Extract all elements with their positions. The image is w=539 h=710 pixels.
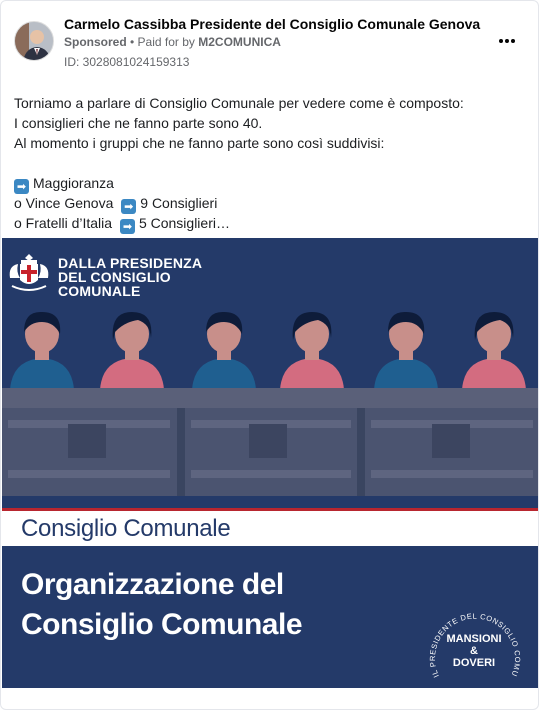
avatar-portrait — [15, 22, 53, 60]
main-title-line: Organizzazione del — [21, 568, 284, 601]
genova-crest-logo — [6, 252, 52, 296]
list-item-label: o Vince Genova — [14, 195, 114, 211]
more-options-icon[interactable] — [495, 31, 519, 51]
post-text: Torniamo a parlare di Consiglio Comunale… — [14, 93, 529, 234]
title-band: Consiglio Comunale — [2, 508, 538, 546]
creative-main-title: Organizzazione del Consiglio Comunale — [21, 565, 401, 645]
presidency-line: DALLA PRESIDENZA — [58, 255, 203, 271]
list-item-label: Maggioranza — [33, 175, 114, 191]
badge-line: MANSIONI — [446, 633, 502, 645]
sponsored-label[interactable]: Sponsored — [64, 35, 127, 49]
main-title-line: Consiglio Comunale — [21, 608, 303, 641]
post-text-list-item: o Fratelli d’Italia ➡ 5 Consiglieri… — [14, 213, 529, 234]
page-avatar[interactable] — [14, 21, 54, 61]
ad-creative-image[interactable]: DALLA PRESIDENZA DEL CONSIGLIO COMUNALE … — [2, 238, 538, 688]
badge-label: MANSIONI & DOVERI — [432, 633, 516, 669]
post-text-line: Al momento i gruppi che ne fanno parte s… — [14, 135, 385, 151]
list-item-value: 9 Consiglieri — [140, 195, 218, 211]
post-text-line: Torniamo a parlare di Consiglio Comunale… — [14, 95, 464, 111]
post-text-list-item: ➡ Maggioranza — [14, 173, 529, 194]
advertiser-name[interactable]: M2COMUNICA — [198, 35, 281, 49]
post-text-blank — [14, 153, 529, 173]
badge-line: & — [470, 645, 478, 657]
page-name-link[interactable]: Carmelo Cassibba Presidente del Consigli… — [64, 16, 480, 32]
badge-line: DOVERI — [452, 657, 496, 669]
right-arrow-icon: ➡ — [121, 199, 137, 214]
sponsored-post-card: Carmelo Cassibba Presidente del Consigli… — [0, 0, 539, 710]
presidency-line: DEL CONSIGLIO — [58, 269, 171, 285]
council-desks — [2, 388, 538, 508]
ad-id: ID: 3028081024159313 — [64, 55, 190, 69]
paid-for-prefix: • Paid for by — [126, 35, 199, 49]
band-title: Consiglio Comunale — [21, 515, 231, 542]
list-item-value: 5 Consiglieri… — [138, 215, 230, 231]
right-arrow-icon: ➡ — [119, 219, 135, 234]
right-arrow-icon: ➡ — [14, 179, 29, 194]
post-text-list-item: o Vince Genova ➡ 9 Consiglieri — [14, 193, 529, 214]
post-text-line: I consiglieri che ne fanno parte sono 40… — [14, 115, 263, 131]
council-illustration: DALLA PRESIDENZA DEL CONSIGLIO COMUNALE — [2, 238, 538, 508]
list-item-label: o Fratelli d’Italia — [14, 215, 113, 231]
presidency-header: DALLA PRESIDENZA DEL CONSIGLIO COMUNALE — [58, 256, 202, 298]
sponsored-line: Sponsored • Paid for by M2COMUNICA — [64, 35, 281, 49]
presidency-line: COMUNALE — [58, 283, 141, 299]
